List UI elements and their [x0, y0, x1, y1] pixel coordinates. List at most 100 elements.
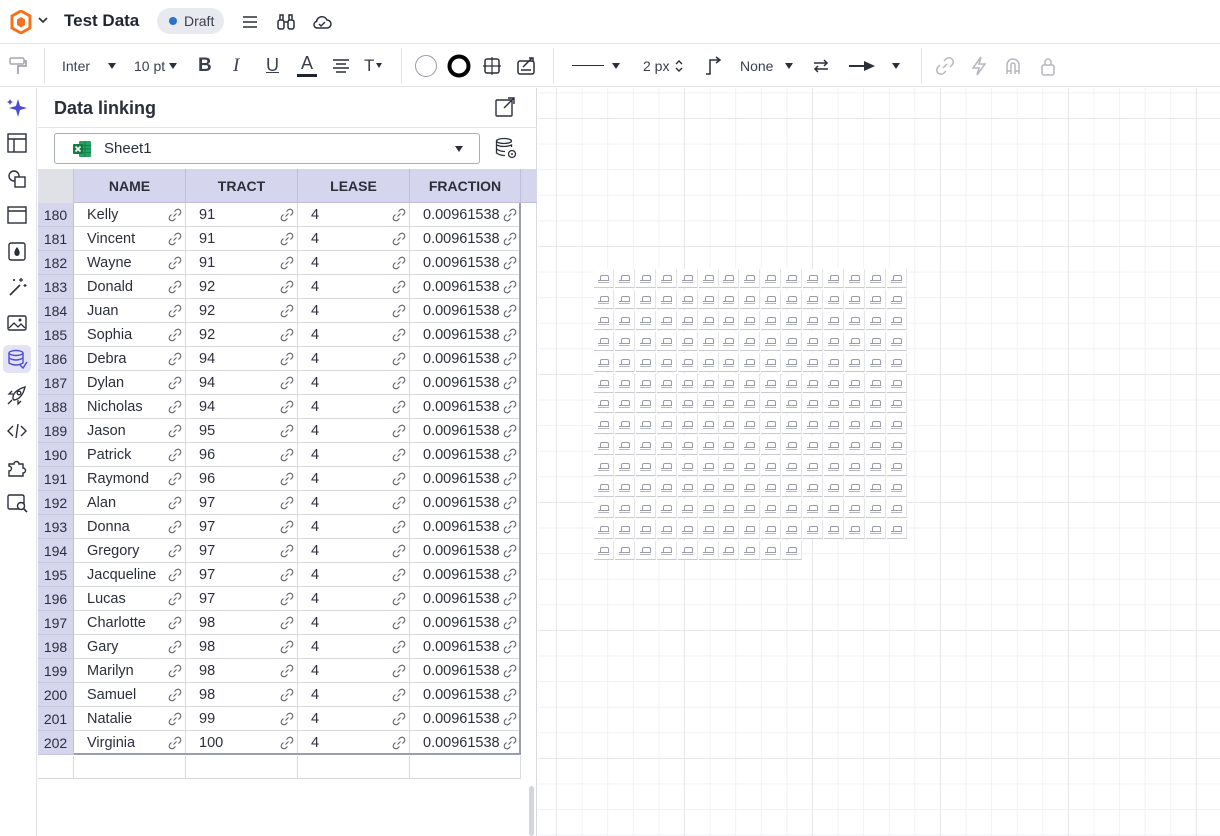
- database-settings-icon[interactable]: [494, 136, 518, 160]
- link-icon[interactable]: [392, 496, 406, 510]
- linked-shape[interactable]: [865, 478, 886, 497]
- linked-shape[interactable]: [614, 394, 635, 414]
- cell-fraction[interactable]: 0.00961538: [410, 395, 521, 419]
- linked-shape[interactable]: [635, 415, 656, 435]
- lightning-icon[interactable]: [968, 55, 990, 77]
- linked-shape[interactable]: [844, 289, 865, 309]
- link-icon[interactable]: [503, 688, 517, 702]
- linked-shape[interactable]: [719, 457, 740, 477]
- cell-tract[interactable]: 92: [186, 299, 298, 323]
- link-icon[interactable]: [392, 544, 406, 558]
- link-icon[interactable]: [503, 712, 517, 726]
- underline-button[interactable]: U: [266, 44, 279, 87]
- chevron-down-icon[interactable]: [36, 13, 50, 27]
- linked-shape[interactable]: [886, 289, 907, 309]
- linked-shape[interactable]: [635, 436, 656, 456]
- cell-lease[interactable]: 4: [298, 731, 410, 755]
- linked-shape[interactable]: [844, 373, 865, 393]
- line-style-select[interactable]: [572, 44, 620, 87]
- link-icon[interactable]: [280, 328, 294, 342]
- text-options-button[interactable]: T: [364, 44, 383, 87]
- cell-fraction[interactable]: 0.00961538: [410, 635, 521, 659]
- link-icon[interactable]: [280, 352, 294, 366]
- linked-shape[interactable]: [614, 289, 635, 309]
- bold-button[interactable]: B: [198, 44, 212, 87]
- linked-shape[interactable]: [677, 540, 698, 560]
- cell-tract[interactable]: 97: [186, 515, 298, 539]
- row-number[interactable]: 191: [38, 467, 74, 491]
- linked-shape[interactable]: [635, 394, 656, 414]
- linked-shape[interactable]: [656, 457, 677, 477]
- linked-shape[interactable]: [594, 457, 614, 477]
- linked-shape[interactable]: [719, 540, 740, 560]
- linked-shape[interactable]: [782, 457, 803, 477]
- link-icon[interactable]: [392, 592, 406, 606]
- linked-shape[interactable]: [761, 478, 782, 497]
- linked-shape[interactable]: [614, 519, 635, 539]
- linked-shape[interactable]: [656, 289, 677, 309]
- linked-shape[interactable]: [782, 310, 803, 330]
- image-search-icon[interactable]: [5, 491, 29, 515]
- linked-shape[interactable]: [719, 352, 740, 372]
- cell-name[interactable]: Dylan: [74, 371, 186, 395]
- template-icon[interactable]: [5, 131, 29, 155]
- linked-shape[interactable]: [740, 498, 761, 518]
- shapes-icon[interactable]: [5, 167, 29, 191]
- linked-shape[interactable]: [677, 310, 698, 330]
- cell-fraction[interactable]: 0.00961538: [410, 323, 521, 347]
- linked-shape[interactable]: [594, 373, 614, 393]
- border-icon[interactable]: [481, 55, 503, 77]
- column-header-tract[interactable]: TRACT: [186, 169, 298, 203]
- blank-cell[interactable]: [298, 756, 410, 779]
- linked-shape[interactable]: [844, 394, 865, 414]
- cell-name[interactable]: Marilyn: [74, 659, 186, 683]
- linked-shape[interactable]: [886, 394, 907, 414]
- link-icon[interactable]: [503, 352, 517, 366]
- cell-fraction[interactable]: 0.00961538: [410, 251, 521, 275]
- linked-shape[interactable]: [886, 269, 907, 288]
- linked-shape[interactable]: [886, 457, 907, 477]
- linked-shape[interactable]: [614, 269, 635, 288]
- cell-tract[interactable]: 98: [186, 635, 298, 659]
- linked-shape[interactable]: [698, 331, 719, 351]
- link-icon[interactable]: [503, 568, 517, 582]
- row-number[interactable]: 202: [38, 731, 74, 755]
- link-icon[interactable]: [168, 640, 182, 654]
- cell-tract[interactable]: 94: [186, 347, 298, 371]
- linked-shape[interactable]: [719, 373, 740, 393]
- linked-shape[interactable]: [677, 352, 698, 372]
- link-icon[interactable]: [392, 448, 406, 462]
- linked-shape[interactable]: [698, 310, 719, 330]
- linked-shape[interactable]: [698, 519, 719, 539]
- linked-shape[interactable]: [719, 436, 740, 456]
- linked-shape[interactable]: [594, 352, 614, 372]
- fill-drop-icon[interactable]: [5, 239, 29, 263]
- linked-shape[interactable]: [594, 331, 614, 351]
- cell-name[interactable]: Vincent: [74, 227, 186, 251]
- link-icon[interactable]: [392, 520, 406, 534]
- blank-cell[interactable]: [74, 756, 186, 779]
- blank-row[interactable]: [38, 756, 521, 779]
- link-icon[interactable]: [503, 376, 517, 390]
- status-badge[interactable]: Draft: [157, 8, 225, 34]
- linked-shape[interactable]: [844, 269, 865, 288]
- puzzle-icon[interactable]: [5, 455, 29, 479]
- cell-tract[interactable]: 92: [186, 275, 298, 299]
- linked-shape[interactable]: [823, 352, 844, 372]
- table-row[interactable]: 180 Kelly 91 4 0.00961538: [38, 203, 521, 227]
- magic-wand-icon[interactable]: [5, 275, 29, 299]
- link-icon[interactable]: [280, 472, 294, 486]
- link-icon[interactable]: [168, 712, 182, 726]
- linked-shape[interactable]: [656, 310, 677, 330]
- cell-name[interactable]: Donald: [74, 275, 186, 299]
- linked-shape[interactable]: [844, 352, 865, 372]
- linked-shape[interactable]: [677, 415, 698, 435]
- linked-shape[interactable]: [823, 269, 844, 288]
- linked-shape[interactable]: [886, 373, 907, 393]
- linked-shape[interactable]: [656, 352, 677, 372]
- table-row[interactable]: 201 Natalie 99 4 0.00961538: [38, 707, 521, 731]
- cell-lease[interactable]: 4: [298, 515, 410, 539]
- linked-shape[interactable]: [823, 415, 844, 435]
- line-end-select[interactable]: None: [740, 44, 794, 87]
- cell-name[interactable]: Gary: [74, 635, 186, 659]
